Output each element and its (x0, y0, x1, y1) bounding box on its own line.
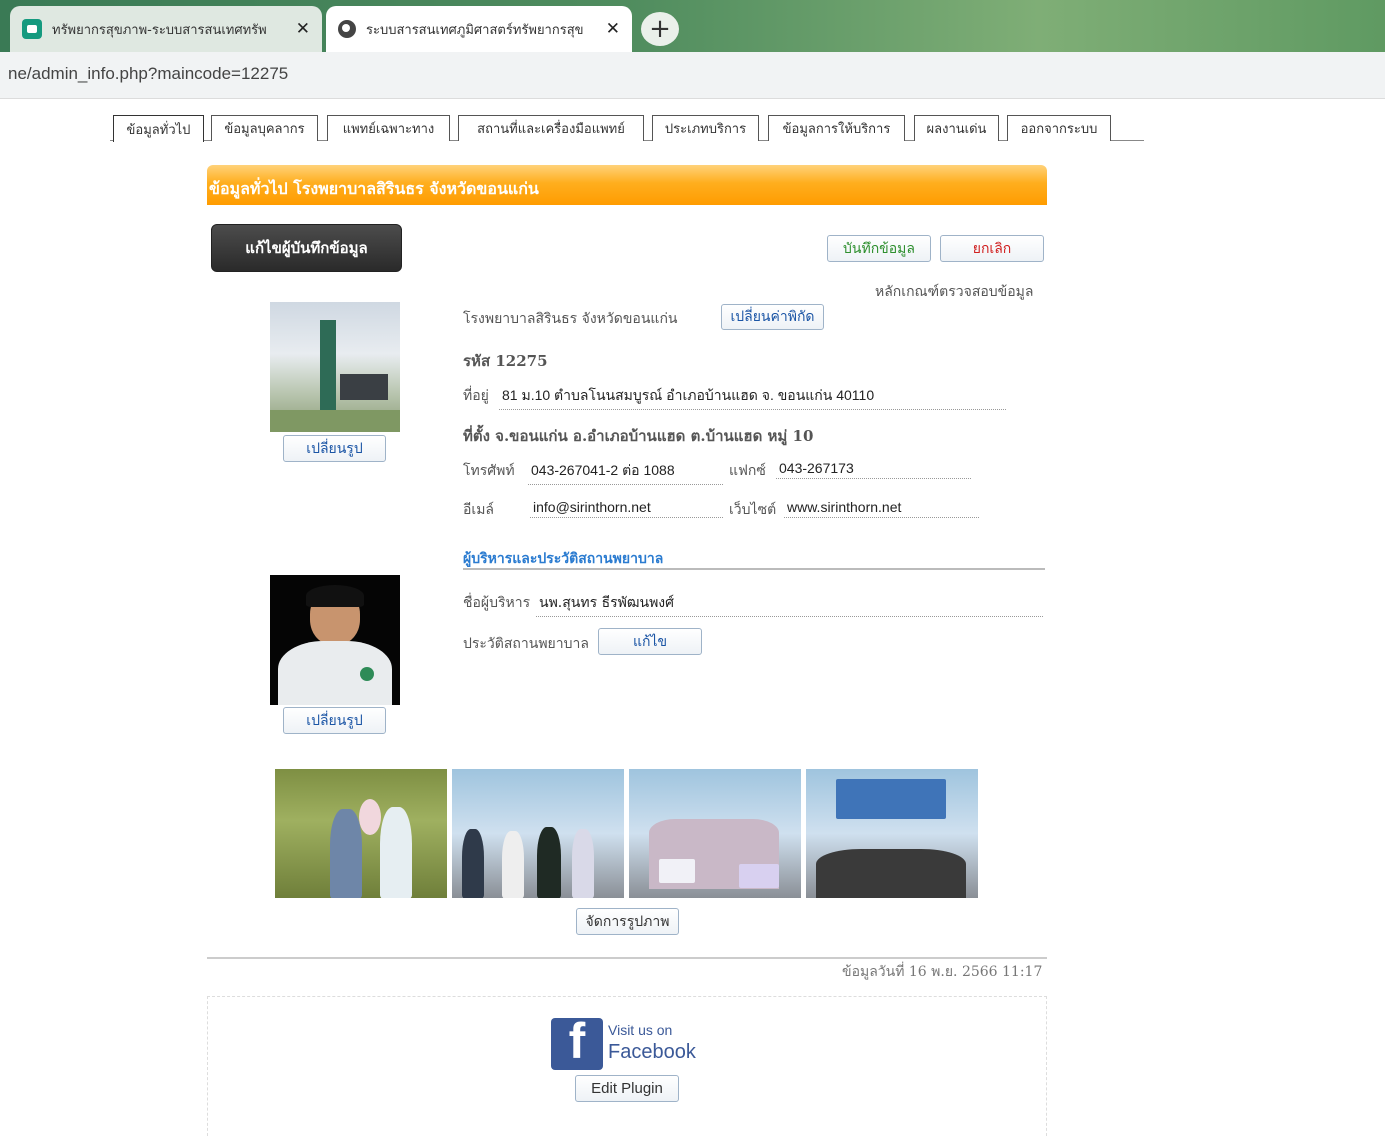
hospital-code: รหัส 12275 (463, 352, 548, 370)
close-icon[interactable]: ✕ (606, 19, 620, 39)
director-label: ชื่อผู้บริหาร (463, 595, 531, 611)
new-tab-plus-icon[interactable]: + (641, 12, 679, 46)
change-director-photo-button[interactable]: เปลี่ยนรูป (283, 707, 386, 734)
fb-name-text[interactable]: Facebook (608, 1041, 696, 1064)
tab-service-data[interactable]: ข้อมูลการให้บริการ (768, 115, 905, 141)
page-title: ข้อมูลทั่วไป โรงพยาบาลสิรินธร จังหวัดขอน… (209, 179, 539, 198)
updated-timestamp: ข้อมูลวันที่ 16 พ.ย. 2566 11:17 (842, 964, 1043, 980)
history-label: ประวัติสถานพยาบาล (463, 636, 589, 652)
manage-photos-button[interactable]: จัดการรูปภาพ (576, 908, 679, 935)
location-text: ที่ตั้ง จ.ขอนแก่น อ.อำเภอบ้านแฮด ต.บ้านแ… (463, 427, 814, 445)
gallery-photo-3[interactable] (629, 769, 801, 898)
gallery-photo-4[interactable] (806, 769, 978, 898)
director-field[interactable]: นพ.สุนทร ธีรพัฒนพงศ์ (536, 592, 1043, 617)
criteria-link[interactable]: หลักเกณฑ์ตรวจสอบข้อมูล (875, 281, 1033, 303)
phone-label: โทรศัพท์ (463, 463, 515, 479)
hospital-favicon-icon (22, 19, 42, 39)
tab-specialists[interactable]: แพทย์เฉพาะทาง (327, 115, 450, 141)
facebook-plugin-box (207, 996, 1047, 1136)
browser-tab-title: ระบบสารสนเทศภูมิศาสตร์ทรัพยากรสุข (366, 22, 584, 38)
tab-achievements[interactable]: ผลงานเด่น (914, 115, 999, 141)
email-label: อีเมล์ (463, 502, 495, 518)
fb-visit-text[interactable]: Visit us on (608, 1022, 672, 1038)
website-label: เว็บไซต์ (729, 502, 777, 518)
close-icon[interactable]: ✕ (296, 19, 310, 39)
browser-tab-title: ทรัพยากรสุขภาพ-ระบบสารสนเทศทรัพ (52, 22, 267, 38)
edit-recorder-button[interactable]: แก้ไขผู้บันทึกข้อมูล (211, 224, 402, 272)
address-field[interactable]: 81 ม.10 ตำบลโนนสมบูรณ์ อำเภอบ้านแฮด จ. ข… (499, 385, 1006, 410)
browser-tab-2[interactable]: ระบบสารสนเทศภูมิศาสตร์ทรัพยากรสุข ✕ (326, 6, 632, 52)
change-photo-button[interactable]: เปลี่ยนรูป (283, 435, 386, 462)
tab-general-info[interactable]: ข้อมูลทั่วไป (113, 115, 204, 142)
phone-field[interactable]: 043-267041-2 ต่อ 1088 (528, 460, 723, 485)
edit-plugin-button[interactable]: Edit Plugin (575, 1075, 679, 1102)
tab-logout[interactable]: ออกจากระบบ (1007, 115, 1111, 141)
globe-icon (338, 20, 356, 38)
fax-label: แฟกซ์ (729, 463, 766, 479)
browser-tab-1[interactable]: ทรัพยากรสุขภาพ-ระบบสารสนเทศทรัพ ✕ (10, 6, 322, 52)
footer-divider (207, 957, 1047, 959)
section-header: ข้อมูลทั่วไป โรงพยาบาลสิรินธร จังหวัดขอน… (207, 165, 1047, 205)
save-button[interactable]: บันทึกข้อมูล (827, 235, 931, 262)
hospital-name: โรงพยาบาลสิรินธร จังหวัดขอนแก่น (463, 311, 678, 327)
cancel-button[interactable]: ยกเลิก (940, 235, 1044, 262)
tab-personnel[interactable]: ข้อมูลบุคลากร (211, 115, 318, 141)
tab-service-types[interactable]: ประเภทบริการ (652, 115, 759, 141)
email-field[interactable]: info@sirinthorn.net (530, 499, 723, 518)
facebook-logo-icon[interactable]: f (551, 1018, 603, 1070)
gallery-photo-2[interactable] (452, 769, 624, 898)
website-field[interactable]: www.sirinthorn.net (784, 499, 979, 518)
director-photo (270, 575, 400, 705)
url-text[interactable]: ne/admin_info.php?maincode=12275 (8, 64, 288, 84)
hospital-photo (270, 302, 400, 432)
address-label: ที่อยู่ (463, 388, 489, 404)
change-coordinates-button[interactable]: เปลี่ยนค่าพิกัด (721, 304, 824, 330)
tab-facilities[interactable]: สถานที่และเครื่องมือแพทย์ (458, 115, 644, 141)
management-section-title: ผู้บริหารและประวัติสถานพยาบาล (463, 551, 664, 567)
fax-field[interactable]: 043-267173 (776, 460, 971, 479)
gallery-photo-1[interactable] (275, 769, 447, 898)
edit-history-button[interactable]: แก้ไข (598, 628, 702, 655)
